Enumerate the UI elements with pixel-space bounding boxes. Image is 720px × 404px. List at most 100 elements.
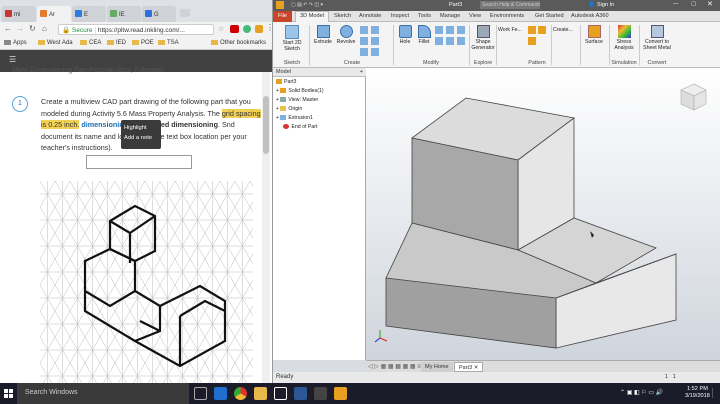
tab-sketch[interactable]: Sketch <box>334 13 351 19</box>
store-icon[interactable] <box>274 387 287 400</box>
tab-view[interactable]: View <box>469 13 481 19</box>
close-tab-icon[interactable]: ✕ <box>474 365 479 371</box>
app-icon[interactable] <box>314 387 327 400</box>
draft-icon[interactable] <box>457 26 465 34</box>
file-explorer-icon[interactable] <box>254 387 267 400</box>
tab-part3[interactable]: Part3 ✕ <box>454 362 484 372</box>
convert-sheet-metal-button[interactable]: Convert to Sheet Metal <box>641 25 673 51</box>
browser-tab-2[interactable]: Ar <box>37 6 71 22</box>
tree-item-end-of-part[interactable]: End of Part <box>276 124 317 130</box>
highlight-option[interactable]: Highlight <box>124 123 158 133</box>
bookmark-west-ada[interactable]: West Ada <box>38 40 73 46</box>
bookmark-ied[interactable]: IED <box>107 40 126 46</box>
rectangular-pattern-icon[interactable] <box>528 26 536 34</box>
bookmark-cea[interactable]: CEA <box>80 40 101 46</box>
extension-icon[interactable] <box>230 25 239 33</box>
surface-button[interactable]: Surface <box>583 25 605 45</box>
hole-button[interactable]: Hole <box>396 25 414 45</box>
browser-tab-5[interactable]: G <box>142 6 176 22</box>
chamfer-icon[interactable] <box>435 26 443 34</box>
start-sketch-button[interactable]: Start 2D Sketch <box>278 25 306 52</box>
app-icon[interactable] <box>294 387 307 400</box>
emboss-icon[interactable] <box>360 48 368 56</box>
create-dropdown[interactable]: Create... <box>553 27 579 33</box>
add-panel-icon[interactable]: + <box>360 69 363 75</box>
answer-text-box[interactable] <box>86 155 192 169</box>
loft-icon[interactable] <box>360 26 368 34</box>
tab-inspect[interactable]: Inspect <box>391 13 409 19</box>
expand-icon[interactable]: + <box>276 88 279 94</box>
forward-icon[interactable]: → <box>16 24 24 33</box>
address-bar[interactable]: 🔒 Secure | https://pltw.read.inkling.com… <box>58 24 214 35</box>
system-tray-icons[interactable]: ⌃ ▣ ◧ ⚐ ▭ 🔊 <box>620 389 663 396</box>
add-note-option[interactable]: Add a note <box>124 133 158 143</box>
viewcube[interactable] <box>680 83 707 111</box>
new-tab-button[interactable] <box>180 9 190 17</box>
derive-icon[interactable] <box>371 48 379 56</box>
bookmark-poe[interactable]: POE <box>132 40 154 46</box>
menu-icon[interactable]: ⋮ <box>266 23 272 32</box>
quick-access-icons[interactable]: ▢ ▤ ↶ ↷ ◫ ▾ <box>291 2 323 8</box>
clock[interactable]: 1:52 PM 3/19/2018 <box>685 386 710 400</box>
extension-icon[interactable] <box>243 25 251 33</box>
3d-part-model[interactable] <box>366 68 720 360</box>
bookmark-tsa[interactable]: TSA <box>158 40 179 46</box>
browser-tab-1[interactable]: mi <box>2 6 36 22</box>
browser-tab-3[interactable]: E <box>72 6 106 22</box>
mirror-icon[interactable] <box>528 37 536 45</box>
tab-annotate[interactable]: Annotate <box>359 13 381 19</box>
combine-icon[interactable] <box>457 37 465 45</box>
thread-icon[interactable] <box>435 37 443 45</box>
fillet-button[interactable]: Fillet <box>415 25 433 45</box>
tree-item-solid-bodies[interactable]: + Solid Bodies(1) <box>276 88 324 94</box>
menu-lines-icon[interactable]: ☰ <box>9 55 16 64</box>
reload-icon[interactable]: ↻ <box>29 24 36 33</box>
minimize-icon[interactable]: — <box>673 1 679 7</box>
windows-start-icon[interactable] <box>4 389 13 398</box>
tab-nav-icons[interactable]: ◁ ▷ ▦ ▦ ▦ ▦ ▦ ≡ <box>368 363 421 370</box>
maximize-icon[interactable]: ▢ <box>691 1 696 7</box>
tree-item-view[interactable]: + View: Master <box>276 97 318 103</box>
circular-pattern-icon[interactable] <box>538 26 546 34</box>
edge-icon[interactable] <box>214 387 227 400</box>
expand-icon[interactable]: + <box>276 106 279 112</box>
star-icon[interactable]: ☆ <box>218 25 224 33</box>
split-icon[interactable] <box>446 37 454 45</box>
tab-my-home[interactable]: My Home <box>421 362 453 372</box>
chrome-icon[interactable] <box>234 387 247 400</box>
shape-generator-button[interactable]: Shape Generator <box>471 25 495 51</box>
tab-autodesk-a360[interactable]: Autodesk A360 <box>571 13 609 19</box>
inventor-taskbar-icon[interactable] <box>334 387 347 400</box>
scrollbar-thumb[interactable] <box>263 96 269 154</box>
tab-get-started[interactable]: Get Started <box>535 13 564 19</box>
task-view-icon[interactable] <box>194 387 207 400</box>
tab-tools[interactable]: Tools <box>418 13 431 19</box>
notification-icon[interactable] <box>712 388 718 398</box>
sign-in-link[interactable]: Sign In <box>597 2 614 8</box>
coil-icon[interactable] <box>360 37 368 45</box>
work-features-button[interactable]: Work Fe... <box>498 27 524 33</box>
expand-icon[interactable]: + <box>276 97 279 103</box>
revolve-button[interactable]: Revolve <box>334 25 358 45</box>
tab-environments[interactable]: Environments <box>490 13 524 19</box>
3d-viewport[interactable] <box>366 68 720 360</box>
windows-search-box[interactable]: Search Windows <box>17 383 189 404</box>
tab-file[interactable]: File <box>273 11 293 22</box>
extension-icon[interactable] <box>255 25 263 33</box>
rib-icon[interactable] <box>371 37 379 45</box>
other-bookmarks[interactable]: Other bookmarks <box>211 40 266 46</box>
tree-item-part[interactable]: Part3 <box>276 79 296 85</box>
tree-item-extrusion1[interactable]: + Extrusion1 <box>276 115 313 121</box>
sweep-icon[interactable] <box>371 26 379 34</box>
help-search-input[interactable]: Search Help & Commands... <box>480 1 540 9</box>
expand-icon[interactable]: + <box>276 115 279 121</box>
home-icon[interactable]: ⌂ <box>42 24 47 33</box>
tree-item-origin[interactable]: + Origin <box>276 106 302 112</box>
tab-manage[interactable]: Manage <box>440 13 460 19</box>
extrude-button[interactable]: Extrude <box>312 25 334 45</box>
close-icon[interactable]: ✕ <box>707 0 713 8</box>
stress-analysis-button[interactable]: Stress Analysis <box>611 25 637 51</box>
browser-tab-4[interactable]: IE <box>107 6 141 22</box>
shell-icon[interactable] <box>446 26 454 34</box>
back-icon[interactable]: ← <box>4 24 12 33</box>
